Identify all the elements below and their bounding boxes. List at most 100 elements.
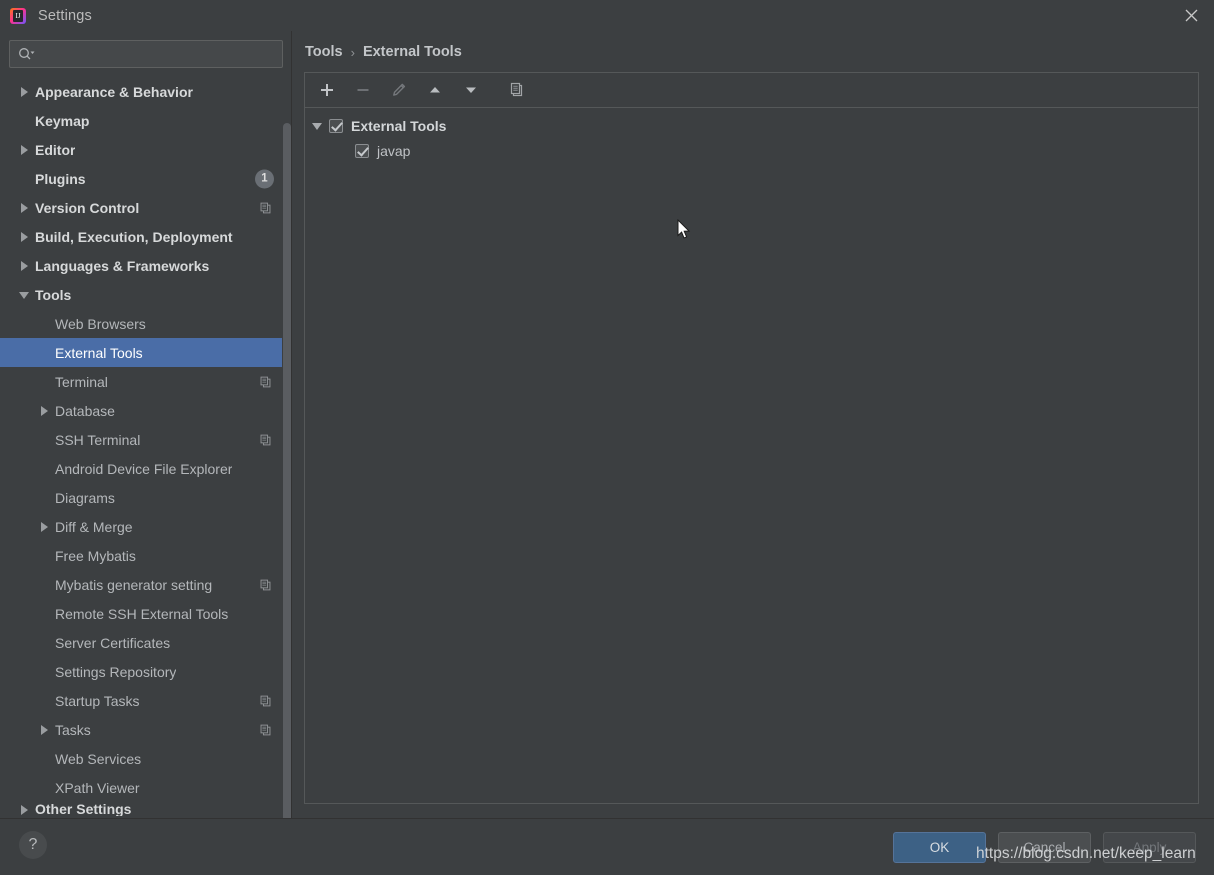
chevron-right-icon[interactable] — [18, 803, 31, 816]
sidebar-item-appearance-behavior[interactable]: Appearance & Behavior — [0, 77, 292, 106]
sidebar-item-label: Remote SSH External Tools — [55, 605, 229, 622]
sidebar-item-tasks[interactable]: Tasks — [0, 715, 292, 744]
sidebar-item-label: Web Browsers — [55, 315, 146, 332]
sidebar-item-label: Languages & Frameworks — [35, 257, 210, 274]
sidebar-item-settings-repository[interactable]: Settings Repository — [0, 657, 292, 686]
project-scope-copy-icon — [259, 375, 272, 388]
sidebar-item-editor[interactable]: Editor — [0, 135, 292, 164]
sidebar-item-web-browsers[interactable]: Web Browsers — [0, 309, 292, 338]
settings-sidebar: Appearance & Behavior Keymap Editor Plugins… — [0, 31, 292, 823]
sidebar-item-version-control[interactable]: Version Control — [0, 193, 292, 222]
sidebar-item-label: Web Services — [55, 750, 142, 767]
chevron-down-icon[interactable] — [311, 119, 325, 133]
sidebar-item-label: Diagrams — [55, 489, 115, 506]
sidebar-item-languages-frameworks[interactable]: Languages & Frameworks — [0, 251, 292, 280]
sidebar-item-label: Mybatis generator setting — [55, 576, 213, 593]
sidebar-item-label: Tools — [35, 286, 72, 303]
chevron-down-icon[interactable] — [18, 288, 31, 301]
chevron-right-icon[interactable] — [38, 520, 51, 533]
group-checkbox[interactable] — [329, 118, 343, 133]
help-button[interactable]: ? — [19, 831, 47, 859]
project-scope-copy-icon — [259, 433, 272, 446]
sidebar-item-xpath-viewer[interactable]: XPath Viewer — [0, 773, 292, 802]
sidebar-item-label: Android Device File Explorer — [55, 460, 233, 477]
arrow-up-icon[interactable] — [423, 78, 447, 102]
spacer-icon — [38, 607, 51, 620]
sidebar-item-label: XPath Viewer — [55, 779, 140, 796]
project-scope-copy-icon — [259, 201, 272, 214]
window-title: Settings — [38, 7, 92, 24]
chevron-right-icon[interactable] — [38, 404, 51, 417]
spacer-icon — [38, 491, 51, 504]
sidebar-item-badge: 1 — [255, 169, 274, 188]
spacer-icon — [38, 665, 51, 678]
sidebar-item-label: External Tools — [55, 344, 143, 361]
chevron-right-icon[interactable] — [18, 85, 31, 98]
sidebar-item-plugins[interactable]: Plugins 1 — [0, 164, 292, 193]
breadcrumb-current: External Tools — [362, 44, 462, 60]
settings-category-tree[interactable]: Appearance & Behavior Keymap Editor Plugins… — [0, 77, 292, 818]
sidebar-item-external-tools[interactable]: External Tools — [0, 338, 292, 367]
project-scope-copy-icon — [259, 578, 272, 591]
chevron-right-icon[interactable] — [18, 201, 31, 214]
copy-icon[interactable] — [505, 78, 529, 102]
pencil-icon[interactable] — [387, 78, 411, 102]
sidebar-item-label: Free Mybatis — [55, 547, 136, 564]
sidebar-item-terminal[interactable]: Terminal — [0, 367, 292, 396]
tree-group-row[interactable]: External Tools — [305, 113, 1198, 138]
dialog-footer: ? OK Cancel Apply — [0, 818, 1214, 875]
sidebar-item-server-certificates[interactable]: Server Certificates — [0, 628, 292, 657]
sidebar-item-keymap[interactable]: Keymap — [0, 106, 292, 135]
spacer-icon — [38, 462, 51, 475]
sidebar-item-ssh-terminal[interactable]: SSH Terminal — [0, 425, 292, 454]
close-icon[interactable] — [1168, 0, 1214, 31]
apply-button[interactable]: Apply — [1103, 832, 1196, 863]
chevron-right-icon[interactable] — [18, 230, 31, 243]
mouse-cursor-icon — [677, 218, 693, 246]
tree-group-label: External Tools — [351, 117, 447, 134]
sidebar-item-mybatis-generator-setting[interactable]: Mybatis generator setting — [0, 570, 292, 599]
sidebar-item-label: Other Settings — [35, 802, 132, 816]
arrow-down-icon[interactable] — [459, 78, 483, 102]
search-field[interactable] — [9, 40, 283, 68]
sidebar-item-android-device-file-explorer[interactable]: Android Device File Explorer — [0, 454, 292, 483]
ok-button[interactable]: OK — [893, 832, 986, 863]
sidebar-item-remote-ssh-external-tools[interactable]: Remote SSH External Tools — [0, 599, 292, 628]
spacer-icon — [38, 433, 51, 446]
sidebar-item-other-settings[interactable]: Other Settings — [0, 802, 292, 816]
chevron-right-icon[interactable] — [38, 723, 51, 736]
cancel-button[interactable]: Cancel — [998, 832, 1091, 863]
search-icon — [18, 47, 35, 61]
breadcrumb-parent[interactable]: Tools — [305, 44, 343, 60]
title-bar: IJ Settings — [0, 0, 1214, 31]
spacer-icon — [38, 578, 51, 591]
spacer-icon — [38, 636, 51, 649]
spacer-icon — [38, 317, 51, 330]
search-input[interactable] — [35, 46, 282, 62]
sidebar-item-label: Settings Repository — [55, 663, 177, 680]
chevron-right-icon[interactable] — [18, 143, 31, 156]
chevron-right-icon[interactable] — [18, 259, 31, 272]
breadcrumb-separator-icon: › — [350, 44, 355, 60]
sidebar-item-startup-tasks[interactable]: Startup Tasks — [0, 686, 292, 715]
sidebar-scrollbar-thumb[interactable] — [283, 123, 291, 823]
sidebar-item-label: Startup Tasks — [55, 692, 140, 709]
sidebar-item-build-execution-deployment[interactable]: Build, Execution, Deployment — [0, 222, 292, 251]
intellij-idea-icon: IJ — [10, 7, 26, 24]
item-checkbox[interactable] — [355, 143, 369, 158]
sidebar-item-database[interactable]: Database — [0, 396, 292, 425]
sidebar-item-label: Build, Execution, Deployment — [35, 228, 233, 245]
remove-button[interactable] — [351, 78, 375, 102]
external-tools-tree[interactable]: External Tools javap — [305, 108, 1198, 163]
sidebar-item-tools[interactable]: Tools — [0, 280, 292, 309]
sidebar-item-diagrams[interactable]: Diagrams — [0, 483, 292, 512]
external-tools-panel: External Tools javap — [304, 72, 1199, 804]
sidebar-item-web-services[interactable]: Web Services — [0, 744, 292, 773]
sidebar-item-free-mybatis[interactable]: Free Mybatis — [0, 541, 292, 570]
sidebar-item-label: Appearance & Behavior — [35, 83, 193, 100]
tree-item-row[interactable]: javap — [305, 138, 1198, 163]
sidebar-item-diff-merge[interactable]: Diff & Merge — [0, 512, 292, 541]
tree-item-label: javap — [377, 142, 411, 159]
add-button[interactable] — [315, 78, 339, 102]
project-scope-copy-icon — [259, 723, 272, 736]
